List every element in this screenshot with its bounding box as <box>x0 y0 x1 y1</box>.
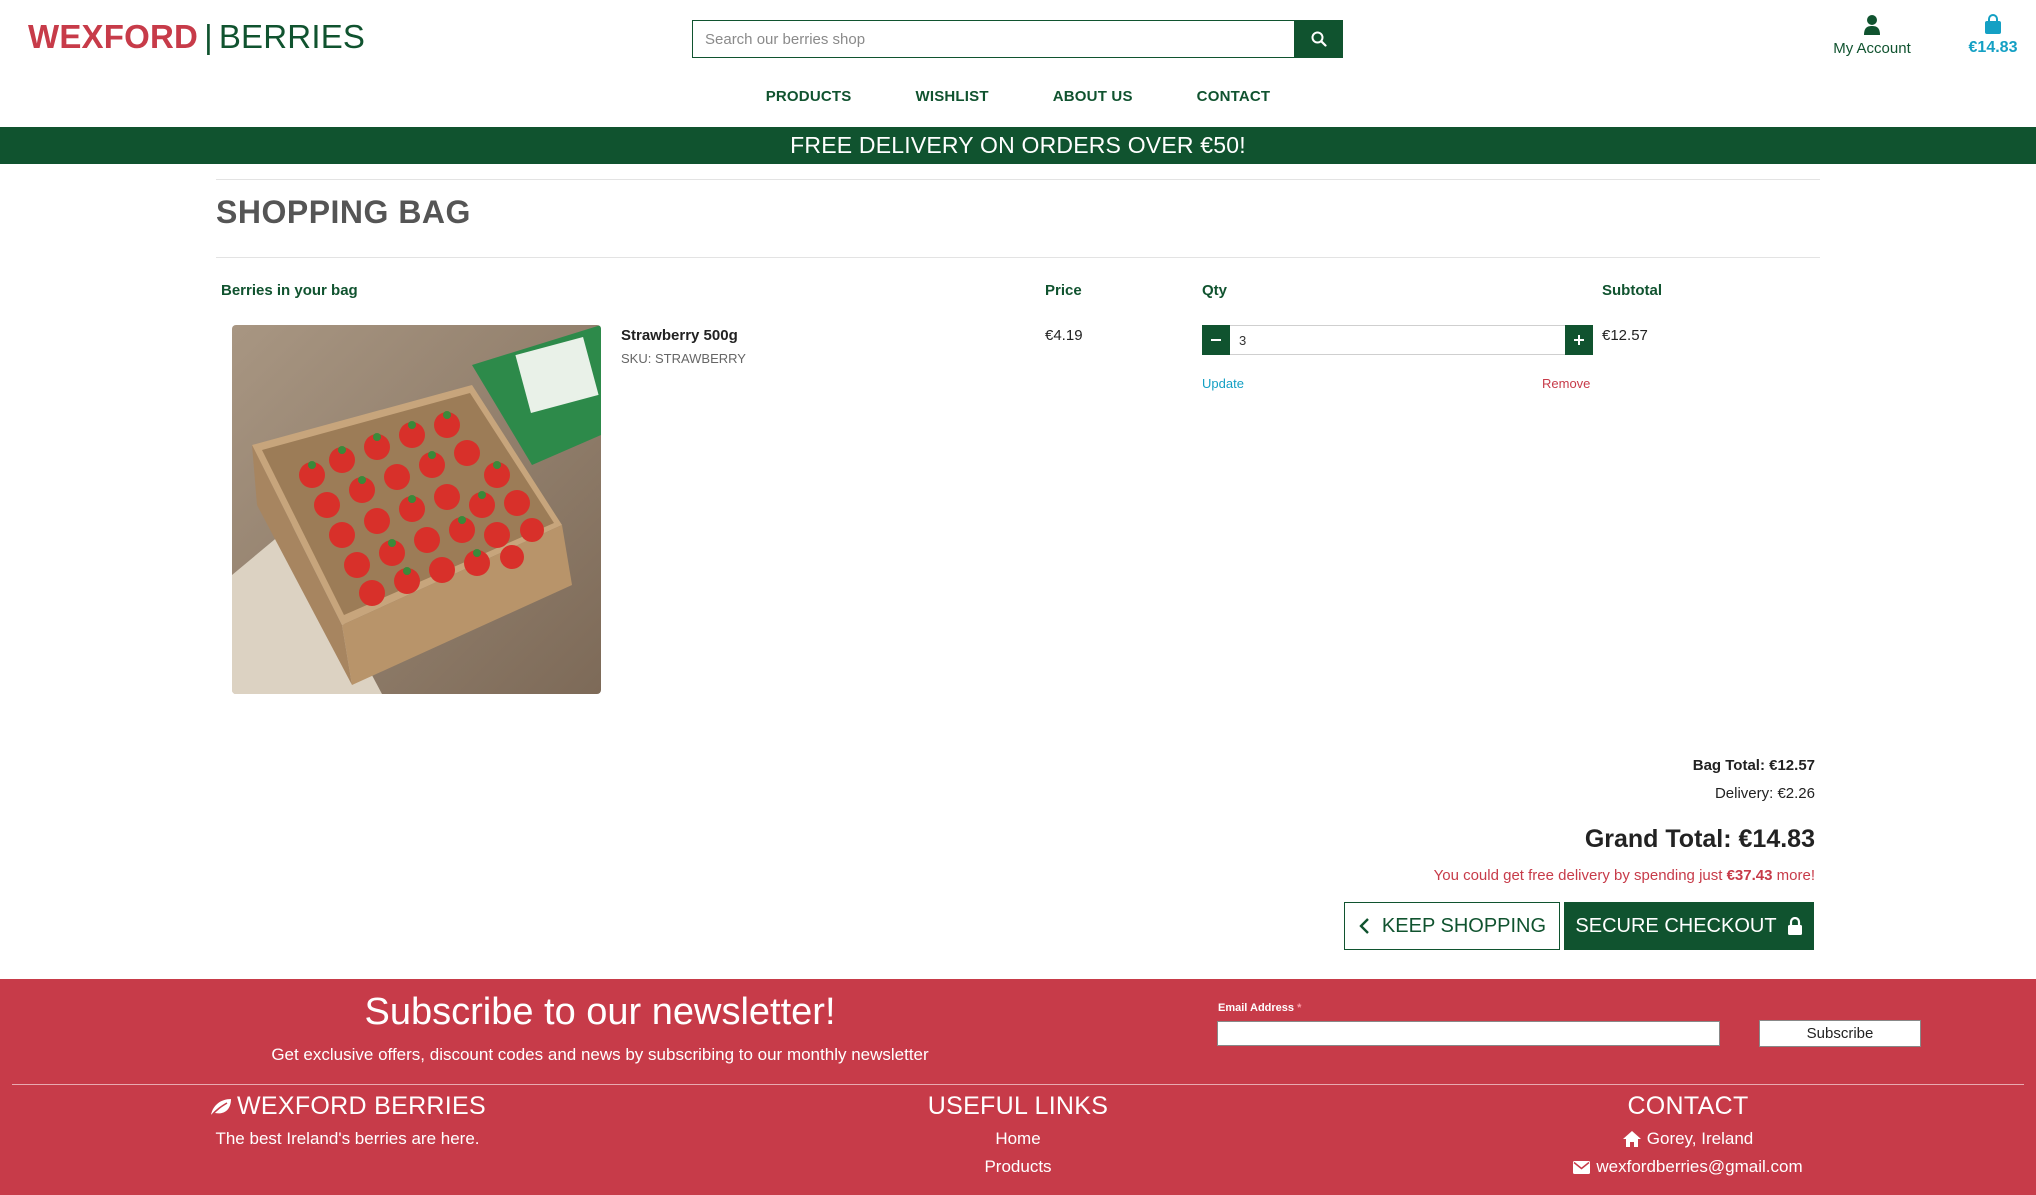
delivery-line: Delivery: €2.26 <box>1714 785 1815 802</box>
email-label-text: Email Address <box>1218 1002 1295 1014</box>
my-account-link[interactable]: My Account <box>1818 14 1926 57</box>
product-sku: SKU: STRAWBERRY <box>621 351 746 366</box>
nav-wishlist[interactable]: WISHLIST <box>883 88 1020 105</box>
footer-contact-column: CONTACT Gorey, Ireland wexfordberries@gm… <box>1538 1092 1838 1177</box>
footer: Subscribe to our newsletter! Get exclusi… <box>0 979 2036 1195</box>
column-header-price: Price <box>1045 282 1082 299</box>
brand-separator: | <box>204 18 213 55</box>
nav-about-us[interactable]: ABOUT US <box>1021 88 1165 105</box>
delivery-banner: FREE DELIVERY ON ORDERS OVER €50! <box>0 127 2036 164</box>
home-icon <box>1622 1131 1641 1147</box>
email-field[interactable] <box>1217 1021 1720 1046</box>
brand-secondary: BERRIES <box>218 18 366 55</box>
footer-email-text: wexfordberries@gmail.com <box>1596 1157 1803 1176</box>
grand-total: Grand Total: €14.83 <box>1584 825 1815 853</box>
footer-tagline: The best Ireland's berries are here. <box>215 1129 480 1148</box>
nav-products[interactable]: PRODUCTS <box>734 88 884 105</box>
decrement-button[interactable] <box>1202 325 1230 355</box>
increment-button[interactable] <box>1565 325 1593 355</box>
keep-shopping-label: KEEP SHOPPING <box>1381 914 1547 937</box>
page-title: SHOPPING BAG <box>216 194 471 230</box>
free-delivery-suffix: more! <box>1776 867 1815 884</box>
envelope-icon <box>1573 1160 1591 1174</box>
search-input[interactable] <box>692 20 1294 58</box>
product-price: €4.19 <box>1045 327 1083 344</box>
footer-brand-title: WEXFORD BERRIES <box>200 1092 495 1121</box>
search-button[interactable] <box>1294 20 1343 58</box>
column-header-subtotal: Subtotal <box>1602 282 1662 299</box>
newsletter-title: Subscribe to our newsletter! <box>364 991 836 1033</box>
search-icon <box>1311 31 1327 47</box>
newsletter-subtitle: Get exclusive offers, discount codes and… <box>271 1045 929 1064</box>
brand-primary: WEXFORD <box>28 18 199 55</box>
product-image <box>232 325 601 694</box>
free-delivery-message: You could get free delivery by spending … <box>1434 867 1815 884</box>
column-header-item: Berries in your bag <box>221 282 358 299</box>
leaf-icon <box>210 1098 231 1117</box>
divider <box>216 257 1820 258</box>
site-logo[interactable]: WEXFORD | BERRIES <box>28 18 365 56</box>
footer-divider <box>12 1084 2024 1085</box>
keep-shopping-button[interactable]: KEEP SHOPPING <box>1344 902 1560 950</box>
quantity-stepper <box>1202 325 1593 355</box>
email-label: Email Address * <box>1218 1002 1301 1014</box>
shopping-bag-icon <box>1985 14 2001 34</box>
secure-checkout-button[interactable]: SECURE CHECKOUT <box>1564 902 1814 950</box>
item-subtotal: €12.57 <box>1602 327 1648 344</box>
main-nav: PRODUCTS WISHLIST ABOUT US CONTACT <box>0 88 2036 105</box>
footer-link-home[interactable]: Home <box>868 1129 1168 1149</box>
checkout-label: SECURE CHECKOUT <box>1575 914 1777 937</box>
footer-contact-title: CONTACT <box>1627 1092 1749 1120</box>
lock-icon <box>1787 916 1802 935</box>
nav-contact[interactable]: CONTACT <box>1165 88 1303 105</box>
bag-link[interactable]: €14.83 <box>1948 14 2036 57</box>
quantity-input[interactable] <box>1230 325 1565 355</box>
footer-brand-column: WEXFORD BERRIES The best Ireland's berri… <box>200 1092 495 1149</box>
footer-link-products[interactable]: Products <box>868 1157 1168 1177</box>
search-form <box>692 20 1343 58</box>
subscribe-button[interactable]: Subscribe <box>1759 1020 1921 1047</box>
footer-links-title: USEFUL LINKS <box>927 1092 1109 1120</box>
column-header-qty: Qty <box>1202 282 1228 299</box>
account-label: My Account <box>1833 40 1911 57</box>
divider <box>216 179 1820 180</box>
free-delivery-prefix: You could get free delivery by spending … <box>1433 867 1723 884</box>
bag-total: €14.83 <box>1968 39 2018 56</box>
chevron-left-icon <box>1359 918 1369 934</box>
footer-email[interactable]: wexfordberries@gmail.com <box>1538 1157 1838 1177</box>
bag-total-line: Bag Total: €12.57 <box>1692 757 1815 774</box>
product-name[interactable]: Strawberry 500g <box>621 327 738 344</box>
free-delivery-amount: €37.43 <box>1726 867 1773 884</box>
minus-icon <box>1211 339 1221 341</box>
required-mark: * <box>1297 1002 1302 1014</box>
remove-link[interactable]: Remove <box>1542 376 1590 391</box>
footer-links-column: USEFUL LINKS Home Products <box>868 1092 1168 1177</box>
footer-location-text: Gorey, Ireland <box>1646 1129 1754 1148</box>
footer-brand-title-text: WEXFORD BERRIES <box>237 1092 486 1120</box>
update-link[interactable]: Update <box>1202 376 1244 391</box>
user-icon <box>1864 15 1880 35</box>
footer-location: Gorey, Ireland <box>1538 1129 1838 1149</box>
plus-icon <box>1574 335 1584 345</box>
